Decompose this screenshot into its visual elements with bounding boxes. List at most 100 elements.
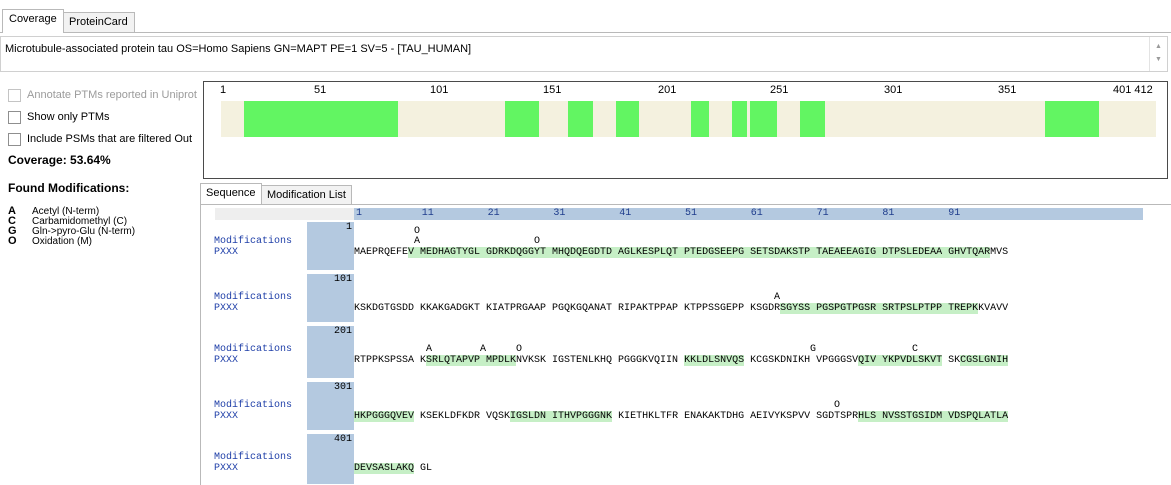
block-number-column: 201 (307, 326, 354, 378)
scroll-down-icon[interactable]: ▼ (1155, 56, 1162, 63)
tab-coverage[interactable]: Coverage (2, 9, 64, 33)
modifications-row-label: Modifications (214, 292, 293, 303)
ruler-tick: 91 (948, 208, 961, 219)
covered-sequence: QIV YKPVDLSKVT (858, 355, 943, 366)
top-tab-strip: Coverage ProteinCard (0, 8, 1171, 33)
modification-marker: G (810, 344, 817, 355)
uncovered-sequence: MVS (990, 247, 1009, 258)
ruler-tick: 41 (619, 208, 632, 219)
scroll-up-icon[interactable]: ▲ (1155, 43, 1162, 50)
position-ruler-scale (354, 208, 1143, 220)
overview-position-label: 101 (430, 84, 449, 96)
coverage-segment (749, 101, 777, 137)
description-scrollbar[interactable]: ▲ ▼ (1149, 37, 1167, 71)
legend-code: O (8, 235, 17, 247)
annotate-ptms-checkbox (8, 88, 21, 102)
overview-position-label: 1 (220, 84, 227, 96)
modification-marker: O (834, 400, 841, 411)
covered-sequence: V MEDHAGTYGL GDRKDQGGYT MHQDQEGDTD AGLKE… (408, 247, 991, 258)
ruler-tick: 51 (685, 208, 698, 219)
option-show-only-ptms[interactable]: Show only PTMs (8, 106, 197, 128)
coverage-percent: Coverage: 53.64% (8, 153, 111, 167)
block-start-position: 301 (333, 382, 352, 393)
uncovered-sequence: RTPPKSPSSA K (354, 355, 427, 366)
coverage-overview: 1 51 101 151 201 251 301 351 401 412 (203, 81, 1168, 179)
block-start-position: 401 (333, 434, 352, 445)
overview-position-label: 301 (884, 84, 903, 96)
include-filtered-psms-checkbox[interactable] (8, 132, 21, 146)
ruler-tick: 11 (421, 208, 434, 219)
coverage-options: Annotate PTMs reported in Uniprot Show o… (8, 84, 197, 150)
covered-sequence: HKPGGGQVEV (354, 411, 415, 422)
ruler-tick: 21 (487, 208, 500, 219)
show-only-ptms-checkbox[interactable] (8, 110, 21, 124)
block-number-column: 401 (307, 434, 354, 484)
ruler-tick: 31 (553, 208, 566, 219)
option-include-filtered-psms[interactable]: Include PSMs that are filtered Out (8, 128, 197, 150)
tab-modification-list[interactable]: Modification List (261, 185, 352, 204)
overview-position-label: 401 412 (1113, 84, 1153, 96)
block-start-position: 101 (333, 274, 352, 285)
ruler-tick: 61 (750, 208, 763, 219)
overview-position-label: 351 (998, 84, 1017, 96)
coverage-segment (504, 101, 539, 137)
tab-proteincard[interactable]: ProteinCard (62, 12, 135, 32)
uncovered-sequence: MAEPRQEFE (354, 247, 409, 258)
covered-sequence: HLS NVSSTGSIDM VDSPQLATLA (858, 411, 1009, 422)
uncovered-sequence: KVAVV (978, 303, 1009, 314)
covered-sequence: CGSLGNIH (960, 355, 1009, 366)
include-filtered-psms-label[interactable]: Include PSMs that are filtered Out (27, 133, 192, 145)
block-start-position: 1 (345, 222, 352, 233)
modification-marker: O (516, 344, 523, 355)
modification-marker: A (414, 236, 421, 247)
sequence-line: DEVSASLAKQ GL (354, 463, 432, 474)
block-number-column: 301 (307, 382, 354, 430)
show-only-ptms-label[interactable]: Show only PTMs (27, 111, 110, 123)
peptide-row-label: PXXX (214, 247, 239, 258)
block-number-column: 101 (307, 274, 354, 322)
tab-divider (0, 32, 1171, 33)
protein-description: Microtubule-associated protein tau OS=Ho… (5, 43, 472, 55)
uncovered-sequence: GL (414, 463, 433, 474)
sequence-line: MAEPRQEFEV MEDHAGTYGL GDRKDQGGYT MHQDQEG… (354, 247, 1008, 258)
modification-marker: A (480, 344, 487, 355)
coverage-segment (1044, 101, 1100, 137)
peptide-row-label: PXXX (214, 463, 239, 474)
overview-position-label: 151 (543, 84, 562, 96)
peptide-row-label: PXXX (214, 303, 239, 314)
peptide-row-label: PXXX (214, 411, 239, 422)
tab-sequence[interactable]: Sequence (200, 183, 262, 205)
coverage-segment (615, 101, 639, 137)
covered-sequence: SGYSS PGSPGTPGSR SRTPSLPTPP TREPK (780, 303, 979, 314)
block-start-position: 201 (333, 326, 352, 337)
ruler-tick: 71 (816, 208, 829, 219)
coverage-segment (243, 101, 398, 137)
modification-legend: A Acetyl (N-term) C Carbamidomethyl (C) GG… (8, 205, 135, 247)
sequence-line: RTPPKSPSSA KSRLQTAPVP MPDLKNVKSK IGSTENL… (354, 355, 1009, 366)
ruler-tick: 81 (882, 208, 895, 219)
annotate-ptms-label: Annotate PTMs reported in Uniprot (27, 89, 197, 101)
modification-marker: A (774, 292, 781, 303)
modification-marker: A (426, 344, 433, 355)
covered-sequence: SRLQTAPVP MPDLK (426, 355, 517, 366)
modification-marker: C (912, 344, 919, 355)
overview-position-label: 201 (658, 84, 677, 96)
covered-sequence: KKLDLSNVQS (684, 355, 745, 366)
legend-row: O Oxidation (M) (8, 235, 135, 247)
coverage-bar (221, 101, 1156, 137)
uncovered-sequence: KIETHKLTFR ENAKAKTDHG AEIVYKSPVV SGDTSPR (612, 411, 859, 422)
legend-text: Oxidation (M) (32, 235, 93, 247)
covered-sequence: IGSLDN ITHVPGGGNK (510, 411, 613, 422)
overview-position-label: 51 (314, 84, 327, 96)
sequence-line: HKPGGGQVEV KSEKLDFKDR VQSKIGSLDN ITHVPGG… (354, 411, 1009, 422)
protein-description-box[interactable]: Microtubule-associated protein tau OS=Ho… (0, 36, 1168, 72)
coverage-segment (690, 101, 709, 137)
option-annotate-ptms: Annotate PTMs reported in Uniprot (8, 84, 197, 106)
sequence-line: KSKDGTGSDD KKAKGADGKT KIATPRGAAP PGQKGQA… (354, 303, 1008, 314)
modifications-row-label: Modifications (214, 344, 293, 355)
modifications-row-label: Modifications (214, 236, 293, 247)
found-modifications-title: Found Modifications: (8, 181, 130, 195)
uncovered-sequence: KSEKLDFKDR VQSK (414, 411, 511, 422)
covered-sequence: DEVSASLAKQ (354, 463, 415, 474)
coverage-segment (731, 101, 748, 137)
